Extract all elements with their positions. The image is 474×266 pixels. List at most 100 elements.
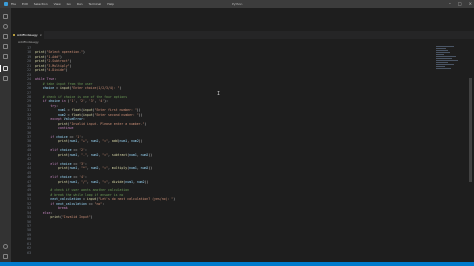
maximize-icon[interactable]: □	[458, 1, 462, 6]
code-line[interactable]: try:	[35, 104, 58, 108]
minimap[interactable]	[436, 46, 466, 86]
line-number: 51	[27, 197, 31, 202]
line-number: 46	[27, 175, 31, 180]
code-line[interactable]: # check if choice is one of the four opt…	[35, 95, 127, 99]
line-number: 55	[27, 215, 31, 220]
menu-terminal[interactable]: Terminal	[89, 2, 102, 6]
line-number: 54	[27, 210, 31, 215]
line-number: 53	[27, 206, 31, 211]
line-number: 24	[27, 77, 31, 82]
line-number: 37	[27, 135, 31, 139]
code-line[interactable]: print(num1, "/", num2, "=", divide(num1,…	[35, 180, 148, 184]
line-number: 27	[27, 90, 31, 95]
code-line[interactable]: elif choice == '2':	[35, 148, 87, 152]
line-number: 49	[27, 188, 31, 193]
explorer-icon[interactable]	[3, 14, 8, 19]
code-line[interactable]: num1 = float(input("Enter first number: …	[35, 108, 141, 112]
menu-bar: File Edit Selection View Go Run Terminal…	[11, 2, 119, 6]
line-number: 34	[27, 121, 31, 126]
line-number: 38	[27, 139, 31, 144]
line-number: 40	[27, 148, 31, 153]
tab-addfindslegy[interactable]: AddFindsLegy ×	[11, 31, 44, 39]
line-number: 32	[27, 112, 31, 117]
line-number: 45	[27, 170, 31, 175]
activity-bar	[0, 8, 11, 266]
settings-gear-icon[interactable]	[3, 254, 8, 259]
vscode-logo-icon	[4, 2, 8, 6]
code-line[interactable]: if choice == '1':	[35, 135, 83, 139]
menu-run[interactable]: Run	[77, 2, 83, 6]
line-number: 26	[27, 86, 31, 91]
search-icon[interactable]	[3, 24, 8, 29]
line-number: 36	[27, 130, 31, 135]
menu-file[interactable]: File	[11, 2, 16, 6]
code-line[interactable]: print("Invalid input. Please enter a num…	[35, 122, 146, 126]
menu-edit[interactable]: Edit	[22, 2, 28, 6]
code-line[interactable]: elif choice == '3':	[35, 162, 87, 166]
window-title: Python	[232, 2, 243, 6]
code-line[interactable]: # take input from the user	[35, 82, 93, 86]
code-line[interactable]: break	[35, 206, 68, 210]
account-icon[interactable]	[3, 244, 8, 249]
code-line[interactable]: except ValueError:	[35, 117, 85, 121]
line-number: 48	[27, 183, 31, 188]
code-line[interactable]: print("Select operation.")	[35, 50, 85, 54]
run-debug-icon[interactable]	[3, 44, 8, 49]
code-editor[interactable]: 17 18 19 20 21 22 23 24 25 26 27 28 29 30 31 32 33 34 35 36…	[11, 46, 468, 260]
code-line[interactable]: while True:	[35, 77, 56, 81]
code-line[interactable]: print(num1, "-", num2, "=", subtract(num…	[35, 153, 152, 157]
line-number: 57	[27, 224, 31, 228]
line-number: 50	[27, 192, 31, 197]
window-controls: – □ ×	[449, 1, 472, 6]
testing-icon[interactable]	[3, 76, 8, 81]
breadcrumb[interactable]: AddFindsLegy	[18, 40, 39, 44]
line-number: 39	[27, 143, 31, 148]
line-number: 61	[27, 241, 31, 246]
menu-go[interactable]: Go	[67, 2, 71, 6]
line-number: 44	[27, 166, 31, 171]
line-number: 47	[27, 179, 31, 184]
code-line[interactable]: if choice in ('1', '2', '3', '4'):	[35, 99, 108, 103]
code-line[interactable]: print(num1, "+", num2, "=", add(num1, nu…	[35, 139, 143, 143]
line-number: 23	[27, 72, 31, 77]
line-number: 35	[27, 126, 31, 131]
source-control-icon[interactable]	[3, 34, 8, 39]
code-line[interactable]: # break the while loop if answer is no	[35, 193, 123, 197]
code-line[interactable]: continue	[35, 126, 73, 130]
close-window-icon[interactable]: ×	[469, 1, 472, 6]
status-bar	[0, 262, 474, 266]
code-line[interactable]: print("3.Multiply")	[35, 64, 71, 68]
line-number: 20	[27, 59, 31, 64]
line-number: 43	[27, 161, 31, 166]
line-number: 60	[27, 237, 31, 242]
title-bar: File Edit Selection View Go Run Terminal…	[0, 0, 474, 8]
code-line[interactable]: # check if user wants another calculatio…	[35, 188, 129, 192]
line-number: 31	[27, 108, 31, 113]
vertical-scrollbar[interactable]	[469, 78, 472, 182]
line-number: 19	[27, 54, 31, 59]
tab-label: AddFindsLegy	[17, 33, 38, 37]
menu-selection[interactable]: Selection	[34, 2, 48, 6]
line-number: 29	[27, 99, 31, 104]
code-line[interactable]: else:	[35, 211, 53, 215]
code-line[interactable]: choice = input("Enter choice(1/2/3/4): "…	[35, 86, 122, 90]
python-icon[interactable]	[3, 66, 8, 71]
line-number: 28	[27, 94, 31, 99]
minimize-icon[interactable]: –	[449, 1, 451, 6]
code-line[interactable]: print("1.Add")	[35, 55, 62, 59]
close-tab-icon[interactable]: ×	[39, 31, 42, 39]
menu-help[interactable]: Help	[107, 2, 114, 6]
code-line[interactable]: num2 = float(input("Enter second number:…	[35, 113, 143, 117]
code-line[interactable]: elif choice == '4':	[35, 175, 87, 179]
code-line[interactable]: print("2.Subtract")	[35, 59, 71, 63]
line-number: 18	[27, 50, 31, 55]
code-line[interactable]: print("Invalid Input")	[35, 215, 92, 219]
extensions-icon[interactable]	[3, 54, 8, 59]
code-line[interactable]: print("4.Divide")	[35, 68, 68, 72]
code-line[interactable]: print(num1, "*", num2, "=", multiply(num…	[35, 166, 152, 170]
menu-view[interactable]: View	[54, 2, 61, 6]
line-number: 30	[27, 103, 31, 108]
line-number: 25	[27, 81, 31, 86]
code-line[interactable]: if next_calculation == "no":	[35, 202, 104, 206]
code-line[interactable]: next_calculation = input("Let's do next …	[35, 197, 175, 201]
